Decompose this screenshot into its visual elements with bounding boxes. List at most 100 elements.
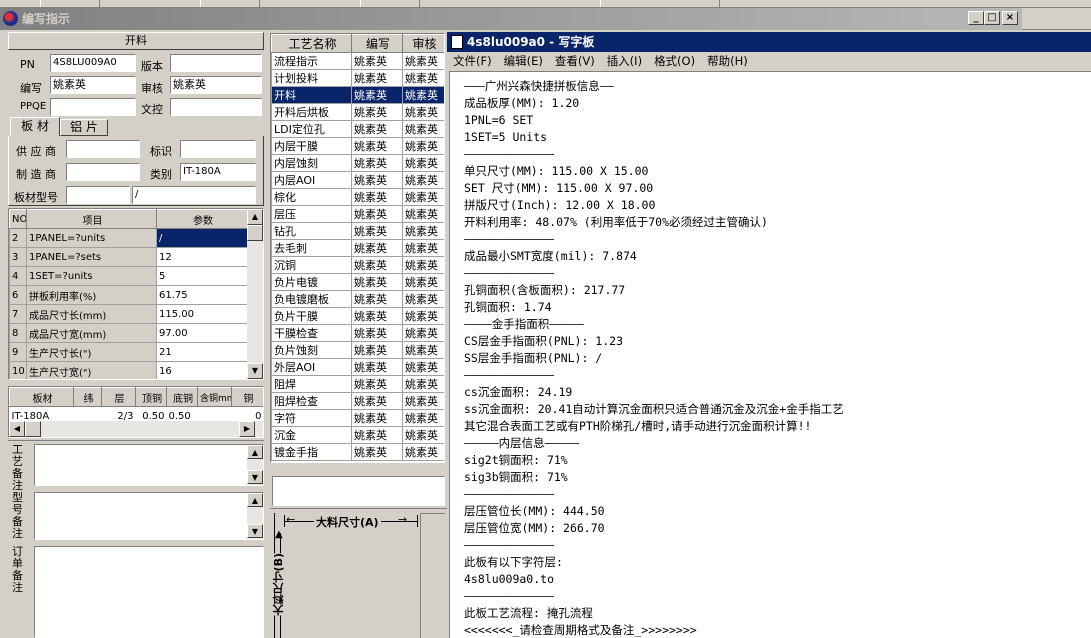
scroll-up-icon[interactable]: ▲ <box>247 493 263 507</box>
mark-field[interactable] <box>180 140 256 158</box>
board-col-bottom-copper[interactable]: 底铜 <box>166 387 198 407</box>
scroll-left-icon[interactable]: ◀ <box>9 421 25 437</box>
process-col-reviewer[interactable]: 审核 <box>402 34 444 53</box>
process-row[interactable]: 沉金 姚素英 姚素英 <box>271 426 444 444</box>
param-row[interactable]: 9 生产尺寸长(") 21 <box>9 342 248 362</box>
col-header-no[interactable]: NO <box>9 209 27 229</box>
board-col-top-copper[interactable]: 顶铜 <box>135 387 167 407</box>
board-col-weft[interactable]: 纬 <box>73 387 102 407</box>
wordpad-window: 4s8lu009a0 - 写字板 文件(F) 编辑(E) 查看(V) 插入(I) 格式(… <box>447 30 1091 638</box>
minimize-button[interactable]: _ <box>968 11 984 25</box>
menu-view[interactable]: 查看(V) <box>549 52 601 70</box>
param-value-cell[interactable]: 21 <box>156 342 248 362</box>
process-row[interactable]: 开料后烘板 姚素英 姚素英 <box>271 103 444 121</box>
process-col-author[interactable]: 编写 <box>351 34 403 53</box>
menu-help[interactable]: 帮助(H) <box>701 52 754 70</box>
order-note-field[interactable] <box>34 546 264 638</box>
process-row[interactable]: 开料 姚素英 姚素英 <box>271 86 444 104</box>
version-field[interactable] <box>170 54 262 72</box>
wordpad-document[interactable]: ———广州兴森快捷拼板信息—— 成品板厚(MM): 1.20 1PNL=6 SET 1… <box>449 71 1091 638</box>
ppqe-field[interactable] <box>50 98 136 116</box>
process-row[interactable]: 内层蚀刻 姚素英 姚素英 <box>271 154 444 172</box>
close-button[interactable]: × <box>1002 11 1018 25</box>
param-value-cell[interactable]: 61.75 <box>156 285 248 305</box>
model-field[interactable] <box>66 186 130 204</box>
col-header-item[interactable]: 项目 <box>26 209 157 229</box>
author-field[interactable]: 姚素英 <box>50 76 136 94</box>
hscroll-thumb[interactable] <box>25 421 41 437</box>
process-row[interactable]: 钻孔 姚素英 姚素英 <box>271 222 444 240</box>
tab-aluminum[interactable]: 铝 片 <box>60 119 108 136</box>
scroll-down-icon[interactable]: ▼ <box>247 470 263 484</box>
document-line: SET 尺寸(MM): 115.00 X 97.00 <box>464 181 654 195</box>
scroll-thumb[interactable] <box>247 225 263 241</box>
category-field[interactable]: IT-180A <box>180 163 256 181</box>
param-row[interactable]: 4 1SET=?units 5 <box>9 266 248 286</box>
process-reviewer-cell: 姚素英 <box>402 171 444 189</box>
menu-file[interactable]: 文件(F) <box>447 52 498 70</box>
process-row[interactable]: 沉铜 姚素英 姚素英 <box>271 256 444 274</box>
param-value-cell[interactable]: 5 <box>156 266 248 286</box>
process-row[interactable]: 负电镀磨板 姚素英 姚素英 <box>271 290 444 308</box>
reviewer-field[interactable]: 姚素英 <box>170 76 262 94</box>
toolbar-fragment <box>200 0 260 7</box>
param-row[interactable]: 7 成品尺寸长(mm) 115.00 <box>9 304 248 324</box>
process-row[interactable]: LDI定位孔 姚素英 姚素英 <box>271 120 444 138</box>
maker-field[interactable] <box>66 163 140 181</box>
process-row[interactable]: 流程指示 姚素英 姚素英 <box>271 52 444 70</box>
process-row[interactable]: 内层AOI 姚素英 姚素英 <box>271 171 444 189</box>
menu-insert[interactable]: 插入(I) <box>601 52 648 70</box>
board-col-copper-mm[interactable]: 含铜mm <box>197 387 232 407</box>
process-row[interactable]: 内层干膜 姚素英 姚素英 <box>271 137 444 155</box>
model-field-secondary[interactable]: / <box>132 186 256 204</box>
scroll-up-icon[interactable]: ▲ <box>247 209 263 225</box>
model-note-field[interactable]: ▲ ▼ <box>34 492 264 540</box>
scroll-right-icon[interactable]: ▶ <box>239 421 255 437</box>
supplier-field[interactable] <box>66 140 140 158</box>
process-row[interactable]: 负片干膜 姚素英 姚素英 <box>271 307 444 325</box>
scroll-down-icon[interactable]: ▼ <box>247 524 263 538</box>
board-table-hscrollbar[interactable]: ◀ ▶ <box>9 421 263 437</box>
board-col-copper[interactable]: 铜 <box>231 387 263 407</box>
param-table-scrollbar[interactable]: ▲ ▼ <box>247 209 263 379</box>
pn-field[interactable]: 4S8LU009A0 <box>50 54 136 72</box>
process-row[interactable]: 去毛刺 姚素英 姚素英 <box>271 239 444 257</box>
maximize-button[interactable]: □ <box>984 11 1000 25</box>
param-value-cell[interactable]: 12 <box>156 247 248 267</box>
param-row[interactable]: 8 成品尺寸宽(mm) 97.00 <box>9 323 248 343</box>
process-row[interactable]: 负片蚀刻 姚素英 姚素英 <box>271 341 444 359</box>
col-header-param[interactable]: 参数 <box>156 209 248 229</box>
process-row[interactable]: 负片电镀 姚素英 姚素英 <box>271 273 444 291</box>
param-row[interactable]: 2 1PANEL=?units / <box>9 228 248 248</box>
process-row[interactable]: 棕化 姚素英 姚素英 <box>271 188 444 206</box>
process-row[interactable]: 镀金手指 姚素英 姚素英 <box>271 443 444 461</box>
board-col-layer[interactable]: 层 <box>101 387 136 407</box>
textreview-field[interactable] <box>170 98 262 116</box>
param-row[interactable]: 3 1PANEL=?sets 12 <box>9 247 248 267</box>
process-note-field[interactable]: ▲ ▼ <box>34 444 264 486</box>
param-row[interactable]: 6 拼板利用率(%) 61.75 <box>9 285 248 305</box>
param-value-cell[interactable]: 97.00 <box>156 323 248 343</box>
process-row[interactable]: 外层AOI 姚素英 姚素英 <box>271 358 444 376</box>
menu-edit[interactable]: 编辑(E) <box>498 52 549 70</box>
process-reviewer-cell: 姚素英 <box>402 358 444 376</box>
board-col-material[interactable]: 板材 <box>9 387 74 407</box>
scroll-down-icon[interactable]: ▼ <box>247 363 263 379</box>
process-reviewer-cell: 姚素英 <box>402 375 444 393</box>
process-row[interactable]: 干膜检查 姚素英 姚素英 <box>271 324 444 342</box>
process-input-field[interactable] <box>272 476 445 506</box>
process-row[interactable]: 阻焊检查 姚素英 姚素英 <box>271 392 444 410</box>
param-value-cell[interactable]: 115.00 <box>156 304 248 324</box>
document-line: sig3b铜面积: 71% <box>464 470 568 484</box>
process-row[interactable]: 计划投料 姚素英 姚素英 <box>271 69 444 87</box>
process-col-name[interactable]: 工艺名称 <box>271 34 352 53</box>
scroll-up-icon[interactable]: ▲ <box>247 445 263 459</box>
process-row[interactable]: 阻焊 姚素英 姚素英 <box>271 375 444 393</box>
process-row[interactable]: 字符 姚素英 姚素英 <box>271 409 444 427</box>
process-row[interactable]: 层压 姚素英 姚素英 <box>271 205 444 223</box>
param-value-cell[interactable]: 16 <box>156 361 248 379</box>
param-value-cell[interactable]: / <box>156 228 248 248</box>
param-row[interactable]: 10 生产尺寸宽(") 16 <box>9 361 248 379</box>
tab-material[interactable]: 板 材 <box>10 117 60 136</box>
menu-format[interactable]: 格式(O) <box>648 52 701 70</box>
